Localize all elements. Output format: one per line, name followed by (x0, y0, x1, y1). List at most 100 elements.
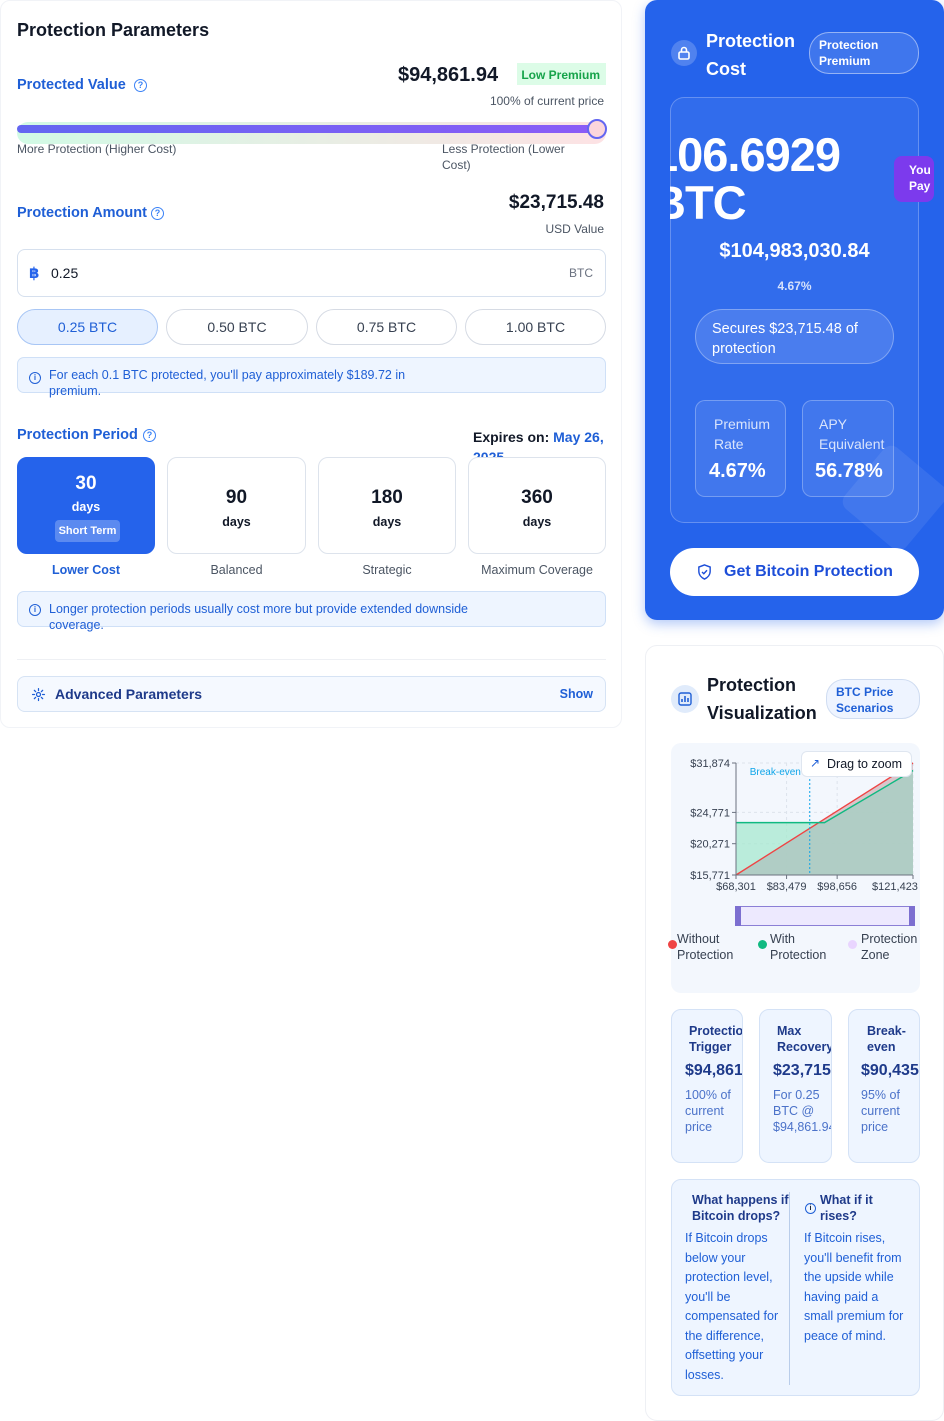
premium-rate-value: 4.67% (709, 460, 766, 482)
trend-arrow-icon: ↗ (810, 756, 821, 770)
cost-title: Protection Cost (706, 31, 796, 79)
period-option-90-days[interactable]: 90 days (167, 457, 306, 554)
legend-dot-with-protection (758, 940, 767, 949)
x-tick-label: $68,301 (716, 881, 756, 893)
x-tick-label: $98,656 (817, 881, 857, 893)
qa-question-drops: What happens if Bitcoin drops? (692, 1193, 789, 1223)
help-icon[interactable]: ? (151, 207, 164, 220)
btc-cost-clip: 106.6929 BTC (670, 131, 900, 231)
protection-premium-pill: Protection Premium (809, 32, 919, 74)
protected-value-percent: 100% of current price (489, 94, 604, 108)
protection-slider-fill (17, 125, 597, 133)
period-caption: Balanced (210, 563, 263, 577)
panel-title: Protection Parameters (17, 20, 210, 40)
btc-amount-value[interactable]: 0.25 (51, 265, 78, 281)
stat-value: $90,435.17 (861, 1062, 919, 1079)
qa-answer-rises: If Bitcoin rises, you'll benefit from th… (804, 1231, 904, 1343)
btc-amount-input[interactable]: ฿ 0.25 BTC (17, 249, 606, 297)
help-icon[interactable]: ? (134, 79, 147, 92)
period-info-text: Longer protection periods usually cost m… (49, 602, 469, 632)
chip-0-25-btc[interactable]: 0.25 BTC (17, 309, 158, 345)
period-number: 30 (75, 473, 97, 494)
legend-without-protection: Without Protection (677, 932, 734, 962)
period-caption: Strategic (362, 563, 412, 577)
x-tick-label: $121,423 (872, 881, 918, 893)
premium-info-text: For each 0.1 BTC protected, you'll pay a… (49, 368, 406, 398)
period-option-360-days[interactable]: 360 days (468, 457, 606, 554)
period-unit: days (222, 515, 251, 529)
protection-trigger-card: Protection Trigger $94,861.94 100% of cu… (671, 1009, 743, 1163)
period-option-30-days[interactable]: 30 days Short Term (17, 457, 155, 554)
qa-answer-drops: If Bitcoin drops below your protection l… (685, 1231, 779, 1382)
protection-amount-usd: $23,715.48 (508, 192, 604, 213)
protection-cost-card: Protection Cost Protection Premium 106.6… (645, 0, 944, 620)
stat-value: $23,715.48 (773, 1062, 831, 1079)
secures-pill: Secures $23,715.48 of protection (695, 309, 894, 364)
help-icon[interactable]: ? (143, 429, 156, 442)
legend-with-protection: With Protection (770, 932, 827, 962)
chart-brush[interactable] (735, 906, 915, 926)
qa-question-rises: What if it rises? (820, 1193, 873, 1223)
chip-1-00-btc[interactable]: 1.00 BTC (465, 309, 606, 345)
period-info-box: i Longer protection periods usually cost… (17, 591, 606, 632)
protection-visualization-card: Protection Visualization BTC Price Scena… (645, 645, 944, 1421)
scenario-explainer: What happens if Bitcoin drops? If Bitcoi… (671, 1179, 920, 1396)
low-premium-badge: Low Premium (517, 63, 606, 85)
expires-label: Expires on: (473, 429, 550, 445)
shield-check-icon (698, 564, 711, 580)
chip-0-50-btc[interactable]: 0.50 BTC (166, 309, 308, 345)
period-number: 360 (521, 487, 553, 508)
usd-value-label: USD Value (545, 222, 604, 236)
stat-sub: For 0.25 BTC @ $94,861.94 (773, 1088, 832, 1134)
slider-left-label: More Protection (Higher Cost) (17, 142, 177, 156)
period-number: 90 (225, 487, 248, 508)
legend-dot-without-protection (668, 940, 677, 949)
lock-icon (671, 40, 697, 66)
brush-handle-left[interactable] (735, 906, 741, 926)
protection-amount-label: Protection Amount (17, 205, 147, 221)
period-unit: days (372, 515, 402, 529)
info-icon: i (29, 372, 41, 384)
protection-slider-handle[interactable] (587, 119, 607, 139)
stat-sub: 100% of current price (685, 1088, 731, 1134)
break-even-card: Break-even $90,435.17 95% of current pri… (848, 1009, 920, 1163)
break-even-label: Break-even (750, 767, 801, 778)
get-bitcoin-protection-button[interactable]: Get Bitcoin Protection (670, 548, 919, 596)
brush-handle-right[interactable] (909, 906, 915, 926)
slider-right-label: Less Protection (Lower Cost) (442, 142, 565, 172)
drag-to-zoom-button[interactable]: ↗ Drag to zoom (801, 751, 912, 777)
protection-parameters-panel: Protection Parameters Protected Value ? … (0, 0, 622, 728)
stat-title: Max Recovery (777, 1024, 832, 1054)
period-caption: Lower Cost (51, 563, 121, 577)
gear-icon (31, 687, 46, 702)
period-option-180-days[interactable]: 180 days (318, 457, 456, 554)
show-advanced-button[interactable]: Show (560, 687, 593, 701)
y-tick-label: $24,771 (690, 807, 730, 819)
secures-text: Secures $23,715.48 of protection (712, 321, 858, 357)
period-unit: days (71, 500, 101, 514)
btc-unit-label: BTC (569, 266, 593, 280)
viz-title: Protection Visualization (707, 675, 817, 723)
legend-protection-zone: Protection Zone (861, 932, 918, 962)
stat-title: Protection Trigger (689, 1024, 743, 1054)
btc-cost-amount: 106.6929 BTC (670, 131, 841, 229)
info-icon: i (805, 1203, 816, 1214)
protected-value-label: Protected Value (17, 77, 126, 93)
period-unit: days (522, 515, 552, 529)
advanced-parameters-toggle[interactable]: Advanced Parameters Show (17, 676, 606, 712)
stat-title: Break-even (867, 1024, 906, 1054)
advanced-parameters-label: Advanced Parameters (55, 686, 203, 702)
period-number: 180 (371, 487, 403, 508)
y-tick-label: $31,874 (690, 758, 730, 770)
you-pay-label: You Pay (909, 163, 931, 193)
premium-rate-box: Premium Rate 4.67% (695, 400, 786, 497)
cost-percent: 4.67% (777, 279, 812, 293)
zoom-label: Drag to zoom (827, 757, 903, 771)
legend-dot-protection-zone (848, 940, 857, 949)
chip-0-75-btc[interactable]: 0.75 BTC (316, 309, 457, 345)
y-tick-label: $20,271 (690, 839, 730, 851)
usd-cost-amount: $104,983,030.84 (719, 240, 870, 262)
info-icon: i (29, 604, 41, 616)
bitcoin-icon: ฿ (29, 265, 40, 282)
max-recovery-card: Max Recovery $23,715.48 For 0.25 BTC @ $… (759, 1009, 832, 1163)
